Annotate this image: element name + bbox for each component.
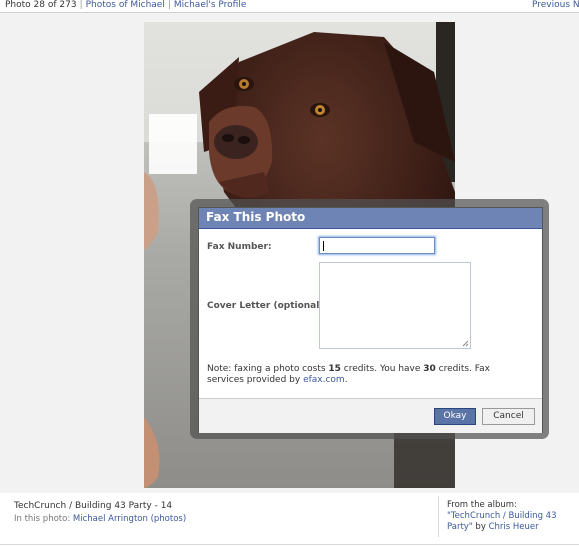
photos-of-michael-link[interactable]: Photos of Michael: [86, 0, 165, 10]
fax-dialog: Fax This Photo Fax Number: Cover Letter …: [198, 207, 543, 433]
tagged-photos-link[interactable]: (photos): [151, 514, 187, 524]
note-text: credits. You have: [340, 364, 424, 374]
cancel-button[interactable]: Cancel: [482, 408, 535, 425]
photo-nav-left: Photo 28 of 273 | Photos of Michael | Michae…: [5, 0, 246, 11]
cover-letter-label: Cover Letter (optional):: [207, 301, 328, 311]
fax-cost-note: Note: faxing a photo costs 15 credits. Y…: [207, 364, 527, 386]
credit-balance: 30: [423, 364, 436, 374]
fax-dialog-overlay: Fax This Photo Fax Number: Cover Letter …: [190, 199, 549, 439]
photo-title: TechCrunch / Building 43 Party - 14: [14, 501, 173, 511]
album-prefix: From the album:: [447, 500, 517, 510]
fax-number-label: Fax Number:: [207, 242, 272, 252]
efax-link[interactable]: efax.com: [303, 375, 345, 385]
dialog-button-bar: Okay Cancel: [199, 398, 542, 433]
fax-number-input[interactable]: [319, 237, 435, 254]
note-text: Note: faxing a photo costs: [207, 364, 329, 374]
album-info: From the album: "TechCrunch / Building 4…: [447, 500, 572, 533]
album-by: by: [472, 522, 489, 532]
nav-separator: |: [79, 0, 83, 10]
photo-nav-bar: Photo 28 of 273 | Photos of Michael | Michae…: [0, 0, 579, 13]
album-author-link[interactable]: Chris Heuer: [489, 522, 539, 532]
photo-tags: In this photo: Michael Arrington (photos…: [14, 513, 186, 526]
album-line: "TechCrunch / Building 43 Party" by Chri…: [447, 511, 572, 533]
bottom-divider: [0, 544, 579, 545]
tags-prefix: In this photo:: [14, 514, 73, 524]
dialog-title: Fax This Photo: [199, 208, 542, 229]
okay-button[interactable]: Okay: [434, 408, 476, 425]
cover-letter-textarea[interactable]: [319, 262, 471, 349]
tagged-person-link[interactable]: Michael Arrington: [73, 514, 148, 524]
photo-nav-right: Previous Ne: [532, 0, 579, 11]
michaels-profile-link[interactable]: Michael's Profile: [174, 0, 246, 10]
previous-link[interactable]: Previous: [532, 0, 570, 10]
fax-cost-credits: 15: [328, 364, 341, 374]
photo-caption: TechCrunch / Building 43 Party - 14 In t…: [14, 500, 186, 526]
nav-separator: |: [167, 0, 171, 10]
text-caret: [323, 241, 324, 251]
photo-counter: Photo 28 of 273: [5, 0, 77, 10]
caption-divider: [438, 496, 439, 537]
note-text: .: [344, 375, 348, 385]
resize-grip-icon[interactable]: [462, 340, 469, 347]
next-link[interactable]: Ne: [573, 0, 579, 10]
